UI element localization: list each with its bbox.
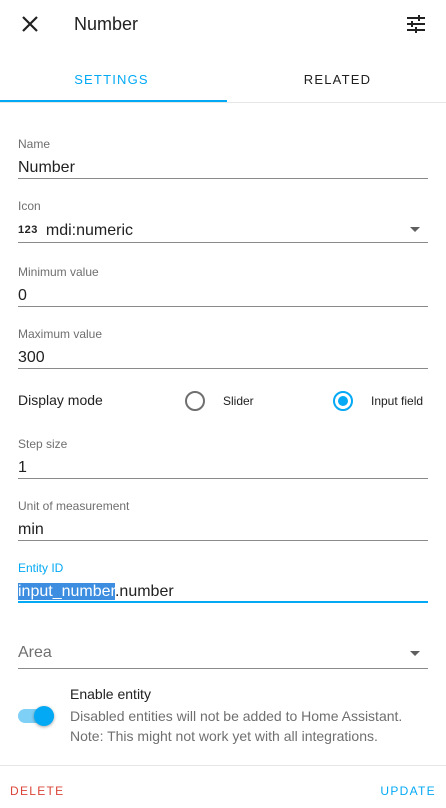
radio-input-field-label[interactable]: Input field bbox=[371, 394, 423, 408]
name-value: Number bbox=[18, 159, 75, 176]
chevron-down-icon[interactable] bbox=[410, 227, 420, 232]
entity-id-field[interactable]: Entity ID input_number.number bbox=[18, 561, 428, 603]
step-size-value: 1 bbox=[18, 459, 27, 476]
area-field[interactable]: Area bbox=[18, 643, 428, 669]
enable-entity-description: Disabled entities will not be added to H… bbox=[70, 708, 403, 744]
display-mode-label: Display mode bbox=[18, 392, 103, 408]
minimum-value-field[interactable]: Minimum value 0 bbox=[18, 265, 428, 307]
maximum-value-label: Maximum value bbox=[18, 327, 103, 341]
minimum-value-label: Minimum value bbox=[18, 265, 99, 279]
icon-value: mdi:numeric bbox=[45, 222, 133, 239]
radio-input-field[interactable] bbox=[333, 391, 353, 411]
area-label: Area bbox=[18, 644, 52, 661]
name-label: Name bbox=[18, 137, 51, 151]
entity-id-label: Entity ID bbox=[18, 561, 64, 575]
enable-entity-title: Enable entity bbox=[70, 686, 151, 702]
unit-label: Unit of measurement bbox=[18, 499, 130, 513]
minimum-value: 0 bbox=[18, 287, 27, 304]
step-size-label: Step size bbox=[18, 437, 68, 451]
unit-field[interactable]: Unit of measurement min bbox=[18, 499, 428, 541]
footer-divider bbox=[0, 765, 446, 766]
tab-divider bbox=[0, 102, 446, 103]
unit-underline bbox=[18, 540, 428, 541]
name-underline bbox=[18, 178, 428, 179]
radio-slider-label[interactable]: Slider bbox=[223, 394, 254, 408]
tab-related[interactable]: RELATED bbox=[226, 62, 446, 102]
entity-id-selected: input_number bbox=[18, 583, 115, 600]
unit-value: min bbox=[18, 521, 44, 538]
step-underline bbox=[18, 478, 428, 479]
entity-id-rest: .number bbox=[114, 583, 174, 600]
chevron-down-icon[interactable] bbox=[410, 651, 420, 656]
maximum-value-field[interactable]: Maximum value 300 bbox=[18, 327, 428, 369]
area-underline bbox=[18, 668, 428, 669]
name-field[interactable]: Name Number bbox=[18, 137, 428, 179]
icon-field[interactable]: Icon 123 mdi:numeric bbox=[18, 199, 428, 243]
numeric-icon: 123 bbox=[18, 224, 38, 236]
enable-entity-switch-thumb[interactable] bbox=[34, 706, 54, 726]
radio-slider[interactable] bbox=[185, 391, 205, 411]
step-size-field[interactable]: Step size 1 bbox=[18, 437, 428, 479]
delete-button[interactable]: DELETE bbox=[10, 784, 64, 798]
page-title: Number bbox=[74, 14, 139, 34]
entity-id-underline bbox=[18, 601, 428, 603]
close-icon[interactable] bbox=[18, 12, 42, 36]
update-button[interactable]: UPDATE bbox=[380, 784, 436, 798]
tab-settings[interactable]: SETTINGS bbox=[0, 62, 223, 102]
maximum-underline bbox=[18, 368, 428, 369]
icon-label: Icon bbox=[18, 199, 41, 213]
icon-underline bbox=[18, 242, 428, 243]
tune-icon[interactable] bbox=[404, 12, 428, 36]
minimum-underline bbox=[18, 306, 428, 307]
maximum-value: 300 bbox=[18, 349, 45, 366]
